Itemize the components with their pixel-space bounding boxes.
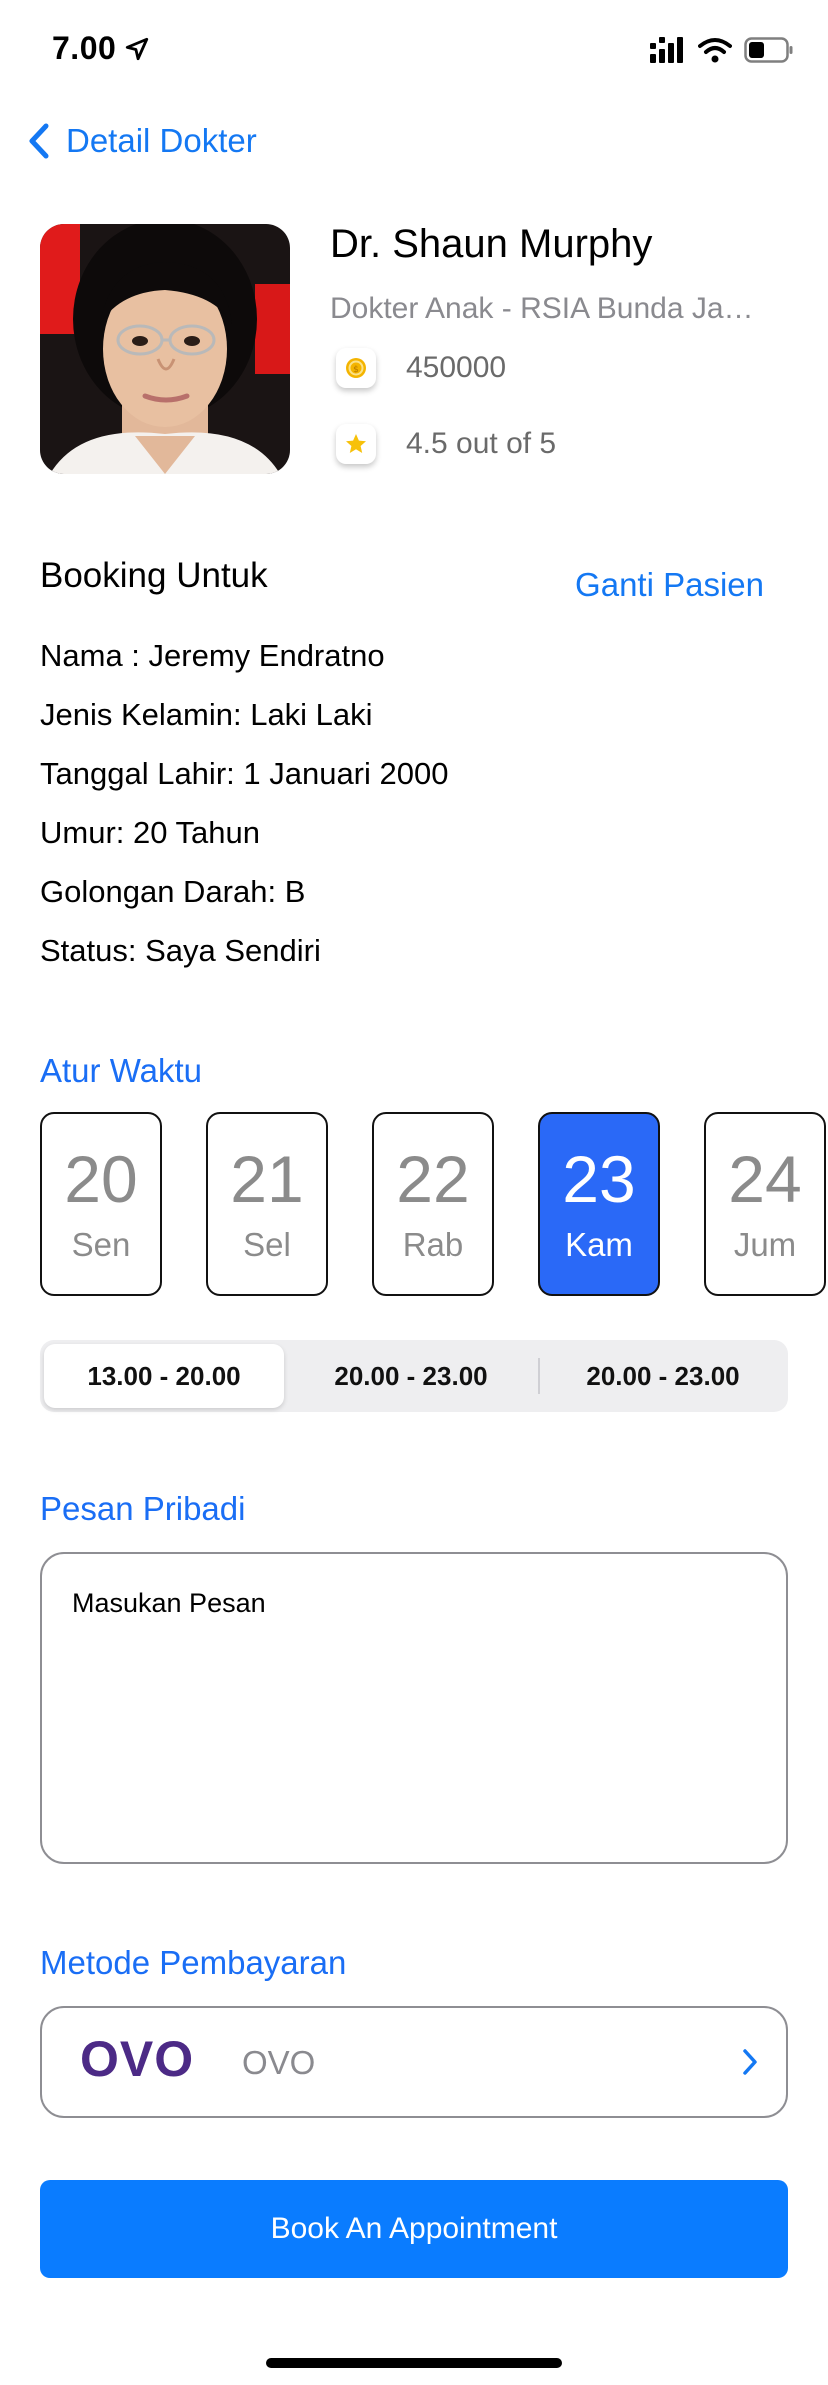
payment-title: Metode Pembayaran bbox=[40, 1944, 347, 1981]
wifi-icon bbox=[698, 38, 732, 63]
chevron-left-icon bbox=[29, 123, 49, 159]
doctor-name: Dr. Shaun Murphy bbox=[330, 222, 653, 266]
booking-title: Booking Untuk bbox=[40, 556, 268, 595]
date-weekday: Kam bbox=[565, 1226, 633, 1263]
doctor-portrait-image bbox=[40, 224, 290, 474]
date-option[interactable]: 20 Sen bbox=[40, 1112, 162, 1296]
payment-method-label: OVO bbox=[242, 2044, 316, 2081]
date-option[interactable]: 24 Jum bbox=[704, 1112, 826, 1296]
date-option-selected[interactable]: 23 Kam bbox=[538, 1112, 660, 1296]
segment-divider bbox=[538, 1358, 540, 1394]
patient-blood-type: Golongan Darah: B bbox=[40, 874, 306, 909]
schedule-title: Atur Waktu bbox=[40, 1052, 202, 1089]
date-number: 20 bbox=[64, 1142, 138, 1216]
date-number: 22 bbox=[396, 1142, 470, 1216]
book-appointment-button[interactable]: Book An Appointment bbox=[40, 2180, 788, 2278]
price-row: $ 450000 bbox=[336, 348, 506, 388]
home-indicator bbox=[266, 2358, 562, 2368]
patient-gender: Jenis Kelamin: Laki Laki bbox=[40, 697, 373, 732]
patient-age: Umur: 20 Tahun bbox=[40, 815, 260, 850]
time-slot-option[interactable]: 20.00 - 23.00 bbox=[288, 1344, 534, 1408]
message-title: Pesan Pribadi bbox=[40, 1490, 246, 1527]
doctor-price: 450000 bbox=[406, 351, 507, 384]
date-weekday: Jum bbox=[733, 1226, 797, 1263]
time-slot-option-selected[interactable]: 13.00 - 20.00 bbox=[44, 1344, 284, 1408]
message-placeholder: Masukan Pesan bbox=[72, 1588, 266, 1618]
doctor-specialty: Dokter Anak - RSIA Bunda Jakarta bbox=[330, 292, 760, 325]
time-slot-option[interactable]: 20.00 - 23.00 bbox=[542, 1344, 784, 1408]
status-icons bbox=[650, 34, 794, 66]
date-option[interactable]: 21 Sel bbox=[206, 1112, 328, 1296]
ovo-logo: OVO bbox=[80, 2031, 195, 2087]
signal-icon bbox=[650, 37, 683, 63]
date-number: 21 bbox=[230, 1142, 304, 1216]
change-patient-button[interactable]: Ganti Pasien bbox=[575, 566, 764, 604]
patient-status: Status: Saya Sendiri bbox=[40, 933, 321, 968]
time-slot-selector: 13.00 - 20.00 20.00 - 23.00 20.00 - 23.0… bbox=[40, 1340, 788, 1412]
date-option[interactable]: 22 Rab bbox=[372, 1112, 494, 1296]
doctor-photo bbox=[40, 224, 290, 474]
date-number: 24 bbox=[728, 1142, 802, 1216]
svg-text:$: $ bbox=[353, 365, 359, 375]
star-icon bbox=[336, 424, 376, 464]
message-input[interactable]: Masukan Pesan bbox=[40, 1552, 788, 1864]
date-number: 23 bbox=[562, 1142, 636, 1216]
patient-name: Nama : Jeremy Endratno bbox=[40, 638, 385, 673]
chevron-right-icon bbox=[743, 2049, 757, 2075]
nav-back-label: Detail Dokter bbox=[66, 122, 257, 159]
location-arrow-icon bbox=[125, 37, 149, 61]
status-time: 7.00 bbox=[52, 30, 117, 66]
patient-birthdate: Tanggal Lahir: 1 Januari 2000 bbox=[40, 756, 449, 791]
date-weekday: Sen bbox=[71, 1226, 131, 1263]
date-weekday: Sel bbox=[243, 1226, 291, 1263]
back-button[interactable]: Detail Dokter bbox=[24, 116, 257, 166]
battery-icon bbox=[744, 37, 793, 63]
payment-method-selector[interactable]: OVO OVO bbox=[40, 2006, 788, 2118]
rating-row: 4.5 out of 5 bbox=[336, 424, 556, 464]
date-weekday: Rab bbox=[402, 1226, 464, 1263]
coin-icon: $ bbox=[336, 348, 376, 388]
doctor-rating: 4.5 out of 5 bbox=[406, 427, 557, 460]
status-bar: 7.00 bbox=[0, 0, 828, 100]
